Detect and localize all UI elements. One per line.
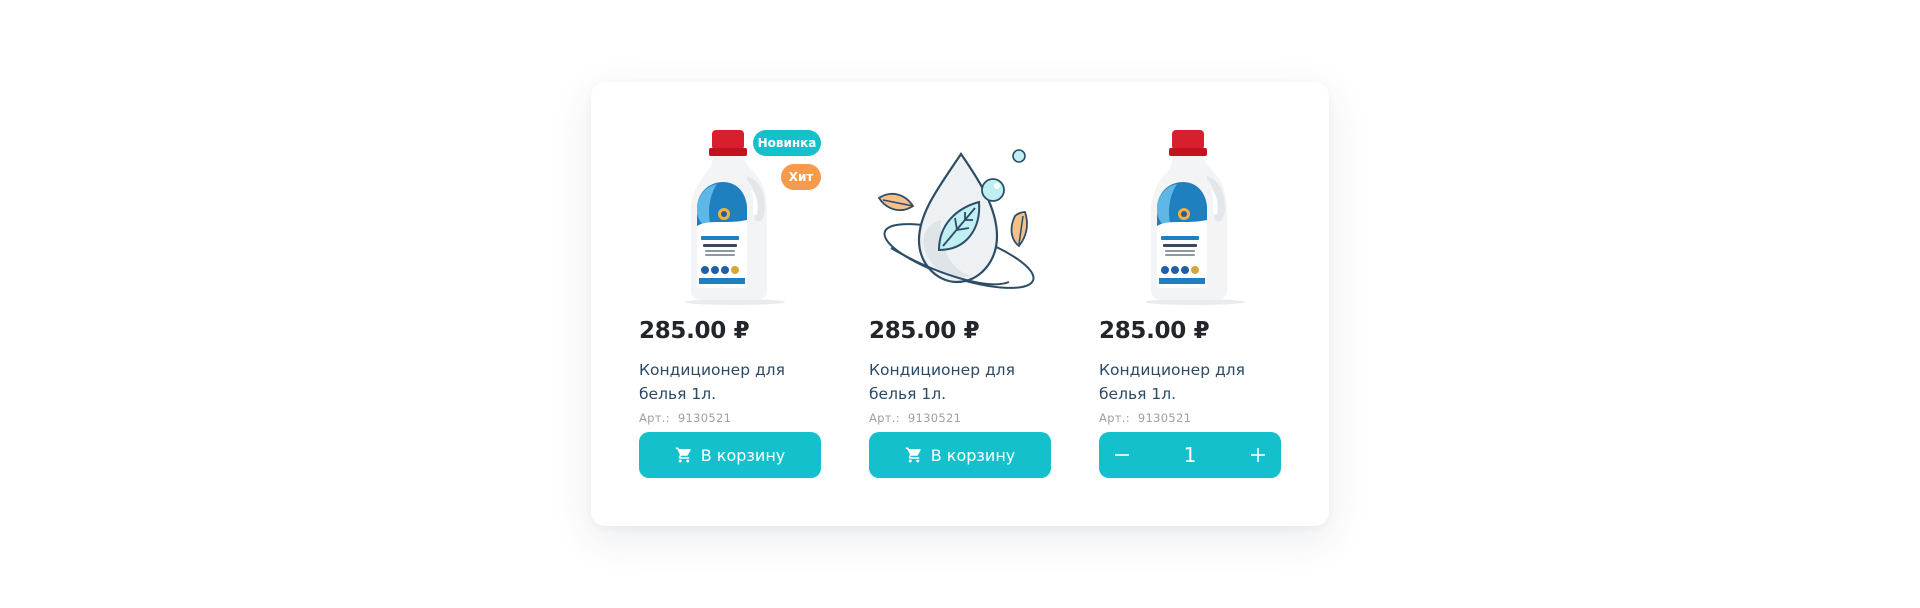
sku-value: 9130521 [1137,411,1192,425]
add-to-cart-button[interactable]: В корзину [639,432,821,478]
cart-icon [675,447,691,463]
product-sku: Арт.: 9130521 [869,411,961,425]
sku-value: 9130521 [907,411,962,425]
product-title[interactable]: Кондиционер для белья 1л. [1099,358,1281,406]
product-card[interactable]: 285.00 ₽ Кондиционер для белья 1л. Арт.:… [1099,82,1281,526]
product-price: 285.00 ₽ [1099,318,1210,344]
add-to-cart-button[interactable]: В корзину [869,432,1051,478]
product-image[interactable] [1099,124,1281,306]
quantity-stepper: 1 [1099,432,1281,478]
detergent-bottle-image [1099,124,1281,306]
sku-value: 9130521 [677,411,732,425]
increase-quantity-button[interactable] [1235,432,1281,478]
product-card[interactable]: 285.00 ₽ Кондиционер для белья 1л. Арт.:… [869,82,1051,526]
leaf-drop-placeholder-icon [877,149,1035,289]
plus-icon [1250,448,1265,462]
product-sku: Арт.: 9130521 [1099,411,1191,425]
quantity-value[interactable]: 1 [1184,443,1197,467]
badge-hit: Хит [781,164,821,190]
add-to-cart-label: В корзину [700,445,786,465]
product-title[interactable]: Кондиционер для белья 1л. [639,358,821,406]
add-to-cart-label: В корзину [930,445,1016,465]
sku-label: Арт.: [869,411,900,425]
badge-new: Новинка [753,130,821,156]
product-image[interactable] [869,124,1051,306]
cart-icon [905,447,921,463]
sku-label: Арт.: [639,411,670,425]
product-price: 285.00 ₽ [639,318,750,344]
product-price: 285.00 ₽ [869,318,980,344]
product-carousel-panel: Новинка Хит 285.00 ₽ Кондиционер для бел… [591,82,1329,526]
product-card[interactable]: Новинка Хит 285.00 ₽ Кондиционер для бел… [639,82,821,526]
decrease-quantity-button[interactable] [1099,432,1145,478]
product-title[interactable]: Кондиционер для белья 1л. [869,358,1051,406]
minus-icon [1115,454,1129,456]
sku-label: Арт.: [1099,411,1130,425]
product-sku: Арт.: 9130521 [639,411,731,425]
